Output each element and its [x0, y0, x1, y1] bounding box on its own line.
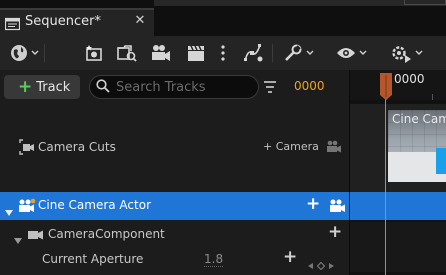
close-icon[interactable]: ✕: [133, 13, 147, 29]
view-options-button[interactable]: [336, 41, 367, 65]
playhead-line: [385, 98, 386, 275]
filter-icon[interactable]: [263, 79, 277, 98]
playback-settings-icon: [390, 43, 412, 63]
current-aperture-label: Current Aperture: [42, 252, 144, 266]
ruler-frame-label: 0000: [394, 72, 425, 86]
camera-cut-section-thumbnail[interactable]: Cine Camera: [388, 110, 446, 182]
clapperboard-icon: [186, 43, 206, 63]
toolbar-separator: [44, 44, 45, 62]
timeline-area[interactable]: 0000 Cine Camera: [350, 70, 446, 275]
current-frame-field[interactable]: 0000: [294, 79, 325, 93]
previous-key-icon[interactable]: [306, 255, 314, 274]
camera-component-lane: [350, 222, 446, 246]
ruler-tick: [432, 94, 433, 100]
curve-editor-icon: [242, 43, 264, 63]
curve-editor-button[interactable]: [242, 41, 264, 65]
next-key-icon[interactable]: [328, 255, 336, 274]
eye-icon: [336, 46, 356, 60]
add-button[interactable]: +: [306, 194, 320, 214]
search-input[interactable]: [116, 79, 256, 95]
sequencer-tab[interactable]: Sequencer* ✕: [0, 8, 154, 36]
track-bar: + Track 0000: [0, 70, 350, 104]
toolbar-separator: [272, 44, 273, 62]
settings-dropdown-button[interactable]: [283, 41, 314, 65]
chevron-down-icon: [359, 50, 367, 56]
camera-component-label: CameraComponent: [48, 227, 165, 241]
clapperboard-button[interactable]: [186, 41, 206, 65]
tab-title: Sequencer*: [25, 14, 101, 29]
playhead-handle[interactable]: [380, 73, 392, 100]
render-movie-icon: [116, 43, 138, 63]
camera-cuts-icon: [19, 139, 35, 159]
camera-cuts-track[interactable]: Camera Cuts + Camera: [0, 104, 350, 192]
add-track-label: Track: [36, 79, 71, 95]
search-icon: [96, 78, 110, 97]
cine-camera-icon: [18, 198, 36, 218]
thumbnail-cube: [436, 148, 446, 174]
chevron-down-icon: [31, 50, 39, 56]
aperture-value-field[interactable]: 1.8: [204, 252, 224, 267]
more-options-button[interactable]: [220, 41, 226, 65]
chevron-down-icon: [415, 50, 423, 56]
wrench-icon: [283, 43, 303, 63]
title-bar-strip: [154, 0, 446, 6]
sequencer-toolbar: [0, 36, 446, 70]
window-corner-frame: [404, 0, 446, 5]
camera-cuts-label: Camera Cuts: [38, 140, 116, 154]
time-ruler[interactable]: 0000: [350, 70, 446, 100]
render-movie-button[interactable]: [116, 41, 138, 65]
add-track-button[interactable]: + Track: [4, 75, 80, 99]
cine-camera-actor-lane: [350, 192, 446, 220]
camera-component-track[interactable]: CameraComponent +: [0, 222, 350, 246]
camera-lock-icon[interactable]: [328, 198, 346, 218]
world-dropdown-button[interactable]: [10, 41, 39, 65]
add-key-button[interactable]: +: [283, 247, 297, 267]
cine-camera-actor-track[interactable]: Cine Camera Actor +: [0, 192, 350, 220]
globe-icon: [10, 44, 28, 62]
snapshot-icon: [84, 43, 104, 63]
search-box: [89, 75, 259, 99]
add-button[interactable]: +: [328, 222, 342, 242]
chevron-down-icon: [306, 50, 314, 56]
plus-icon: +: [18, 76, 33, 97]
sequencer-tab-icon: [4, 16, 21, 31]
more-icon: [220, 44, 226, 62]
current-aperture-lane: [350, 246, 446, 272]
camera-button[interactable]: [150, 41, 172, 65]
thumbnail-label: Cine Camera: [392, 112, 446, 126]
camera-component-icon: [27, 227, 45, 246]
key-diamond-icon[interactable]: [316, 255, 326, 274]
expand-arrow-icon[interactable]: [4, 202, 14, 221]
snapshot-button[interactable]: [84, 41, 104, 65]
add-camera-button[interactable]: + Camera: [263, 140, 319, 153]
camera-lock-icon[interactable]: [326, 139, 342, 159]
camera-icon: [150, 43, 172, 63]
playback-settings-button[interactable]: [390, 41, 423, 65]
current-aperture-track[interactable]: Current Aperture 1.8 +: [0, 246, 350, 272]
cine-camera-actor-label: Cine Camera Actor: [38, 198, 151, 212]
